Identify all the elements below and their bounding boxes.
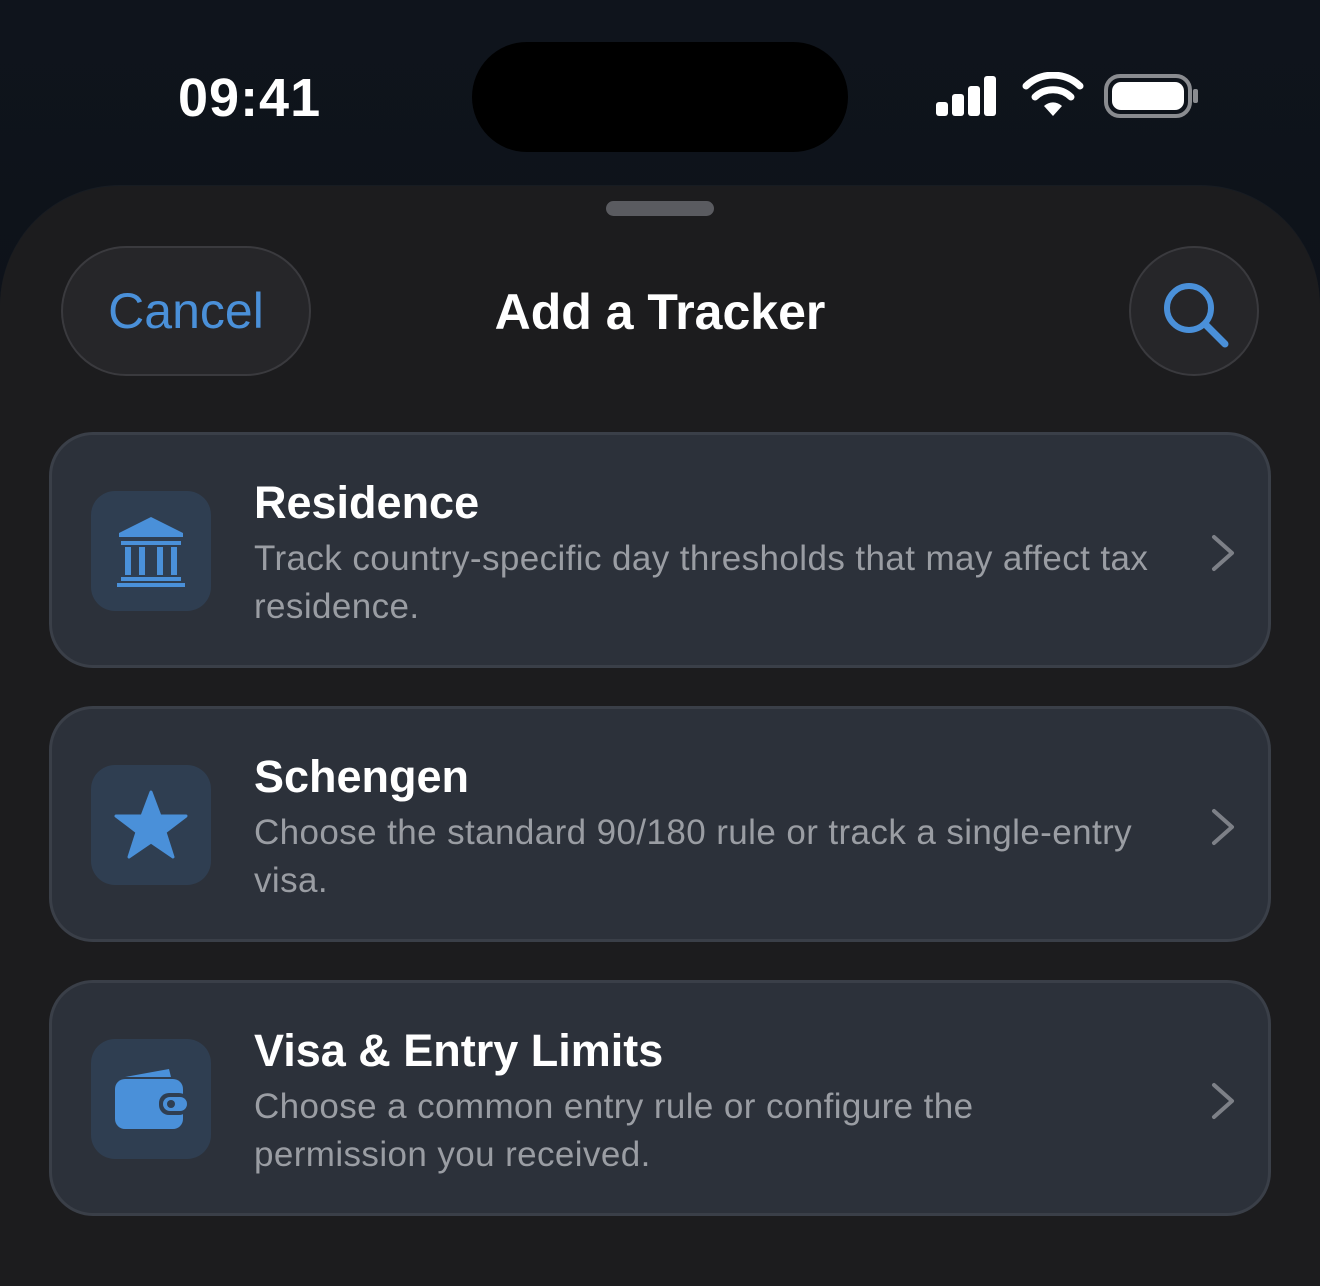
option-description: Choose the standard 90/180 rule or track…	[254, 813, 1133, 900]
cancel-button-label: Cancel	[108, 283, 264, 339]
option-title: Residence	[254, 477, 480, 528]
option-title: Visa & Entry Limits	[254, 1025, 664, 1076]
chevron-right-icon	[1212, 1083, 1234, 1119]
option-icon-tile	[91, 765, 211, 885]
option-description: Choose a common entry rule or configure …	[254, 1087, 974, 1174]
wallet-icon	[115, 1069, 189, 1129]
search-button[interactable]	[1129, 246, 1259, 376]
cellular-signal-icon	[936, 76, 996, 116]
option-title: Schengen	[254, 751, 470, 802]
wifi-icon	[1022, 72, 1084, 116]
option-icon-tile	[91, 1039, 211, 1159]
building-columns-icon	[117, 517, 185, 587]
sheet-grabber[interactable]	[606, 201, 714, 216]
option-visa-entry-limits[interactable]: Visa & Entry Limits Choose a common entr…	[49, 980, 1271, 1216]
status-icons	[934, 70, 1204, 124]
cancel-button[interactable]: Cancel	[61, 246, 311, 376]
chevron-right-icon	[1212, 809, 1234, 845]
status-time: 09:41	[178, 68, 322, 128]
option-description: Track country-specific day thresholds th…	[254, 539, 1149, 626]
star-icon	[114, 790, 188, 859]
option-schengen[interactable]: Schengen Choose the standard 90/180 rule…	[49, 706, 1271, 942]
option-residence[interactable]: Residence Track country-specific day thr…	[49, 432, 1271, 668]
dynamic-island	[472, 42, 848, 152]
page-title: Add a Tracker	[494, 284, 826, 340]
chevron-right-icon	[1212, 535, 1234, 571]
search-icon	[1164, 283, 1229, 348]
option-icon-tile	[91, 491, 211, 611]
battery-icon	[1104, 74, 1198, 118]
